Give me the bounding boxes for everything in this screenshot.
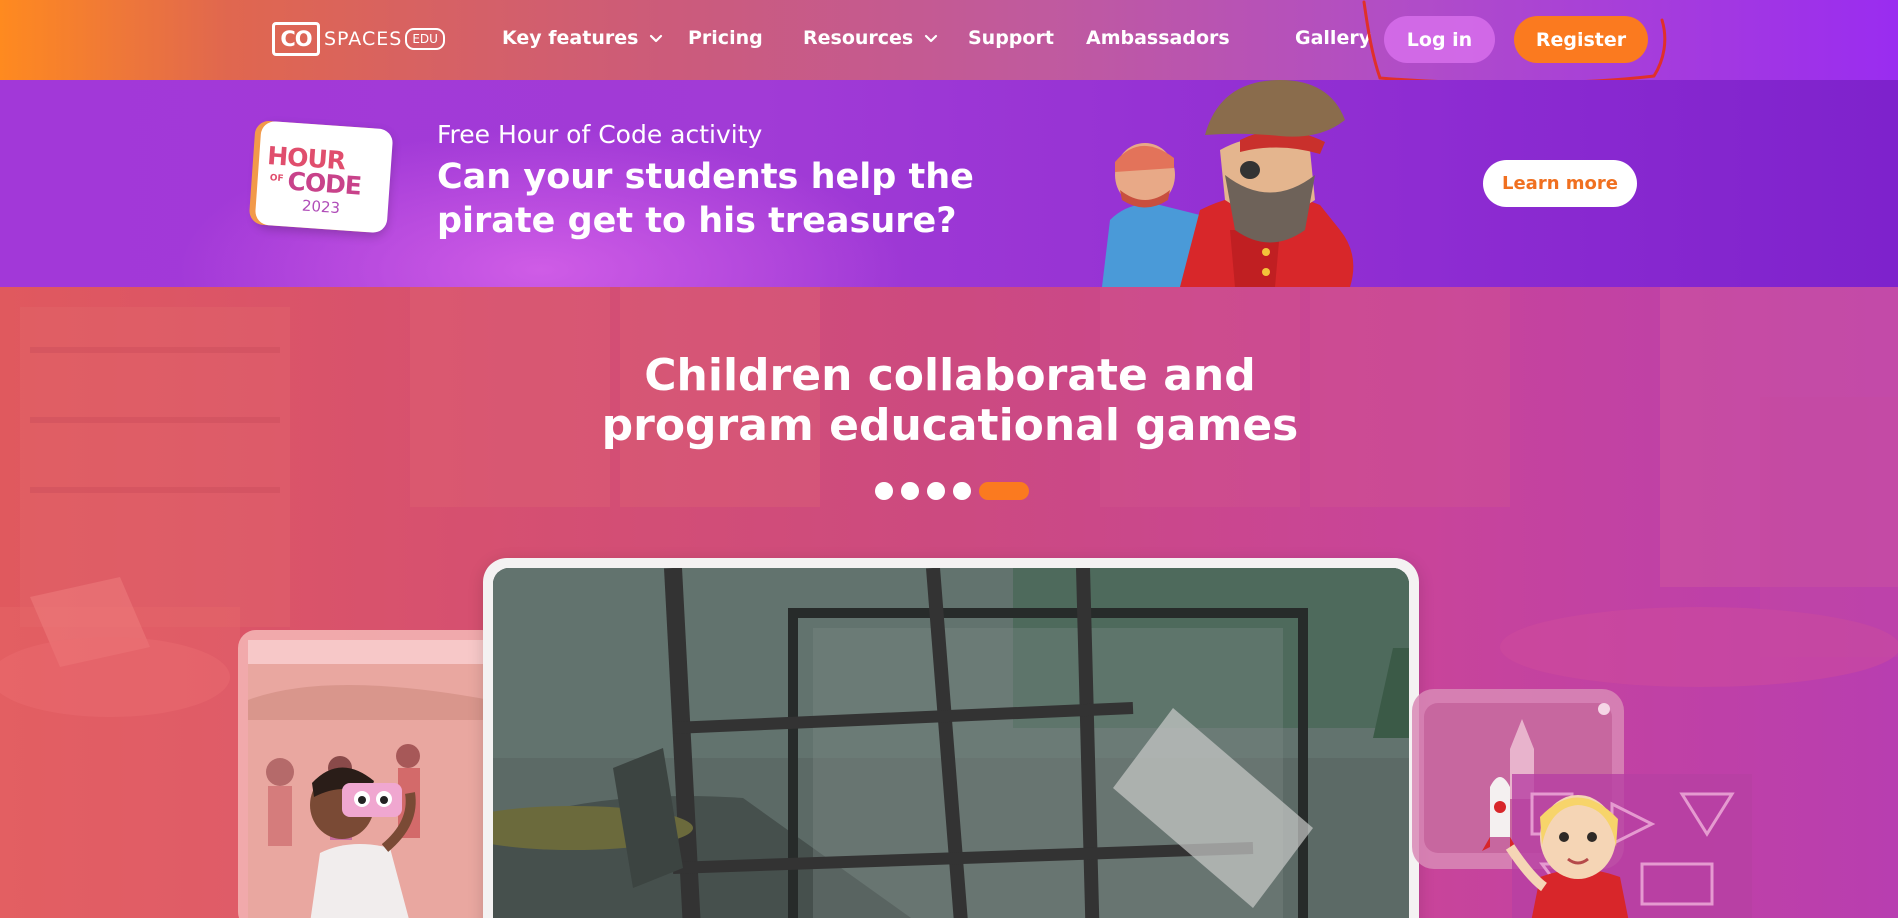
carousel-dot-5-active[interactable] <box>979 482 1029 500</box>
3d-room-scene <box>493 568 1409 918</box>
carousel-dot-3[interactable] <box>927 482 945 500</box>
nav-item-label: Ambassadors <box>1086 27 1230 49</box>
logo-edu-badge: EDU <box>405 28 445 50</box>
chevron-down-icon <box>650 34 663 43</box>
annotation-highlight <box>1362 0 1667 85</box>
nav-item-label: Pricing <box>688 27 763 49</box>
nav-item-pricing[interactable]: Pricing <box>688 27 763 49</box>
chevron-down-icon <box>925 34 938 43</box>
banner-title: Can your students help the pirate get to… <box>437 157 974 241</box>
nav-item-ambassadors[interactable]: Ambassadors <box>1086 27 1230 49</box>
child-with-vr-viewer-illustration <box>310 767 416 918</box>
logo-text: SPACES <box>324 28 403 50</box>
nav-item-resources[interactable]: Resources <box>803 27 939 49</box>
nav-item-label: Support <box>968 27 1054 49</box>
cospaces-logo[interactable]: CO SPACES EDU <box>272 21 445 57</box>
nav-item-label: Resources <box>803 27 914 49</box>
hour-of-code-banner: HOUR OF CODE 2023 Free Hour of Code acti… <box>0 80 1898 287</box>
carousel-indicators <box>875 482 1029 500</box>
child-with-rocket-illustration <box>1482 777 1629 918</box>
carousel-dot-4[interactable] <box>953 482 971 500</box>
device-preview-frame <box>483 558 1419 918</box>
pirate-characters-illustration <box>1102 80 1354 287</box>
nav-item-key-features[interactable]: Key features <box>502 27 664 49</box>
nav-item-label: Key features <box>502 27 639 49</box>
device-preview-screen <box>493 568 1409 918</box>
hero-title: Children collaborate and program educati… <box>601 350 1299 451</box>
banner-subtitle: Free Hour of Code activity <box>437 120 763 149</box>
logo-mark: CO <box>272 22 320 56</box>
hour-of-code-badge: HOUR OF CODE 2023 <box>254 120 394 234</box>
carousel-dot-2[interactable] <box>901 482 919 500</box>
carousel-dot-1[interactable] <box>875 482 893 500</box>
hero-section: Children collaborate and program educati… <box>0 287 1898 918</box>
nav-item-support[interactable]: Support <box>968 27 1054 49</box>
learn-more-button[interactable]: Learn more <box>1483 160 1637 207</box>
